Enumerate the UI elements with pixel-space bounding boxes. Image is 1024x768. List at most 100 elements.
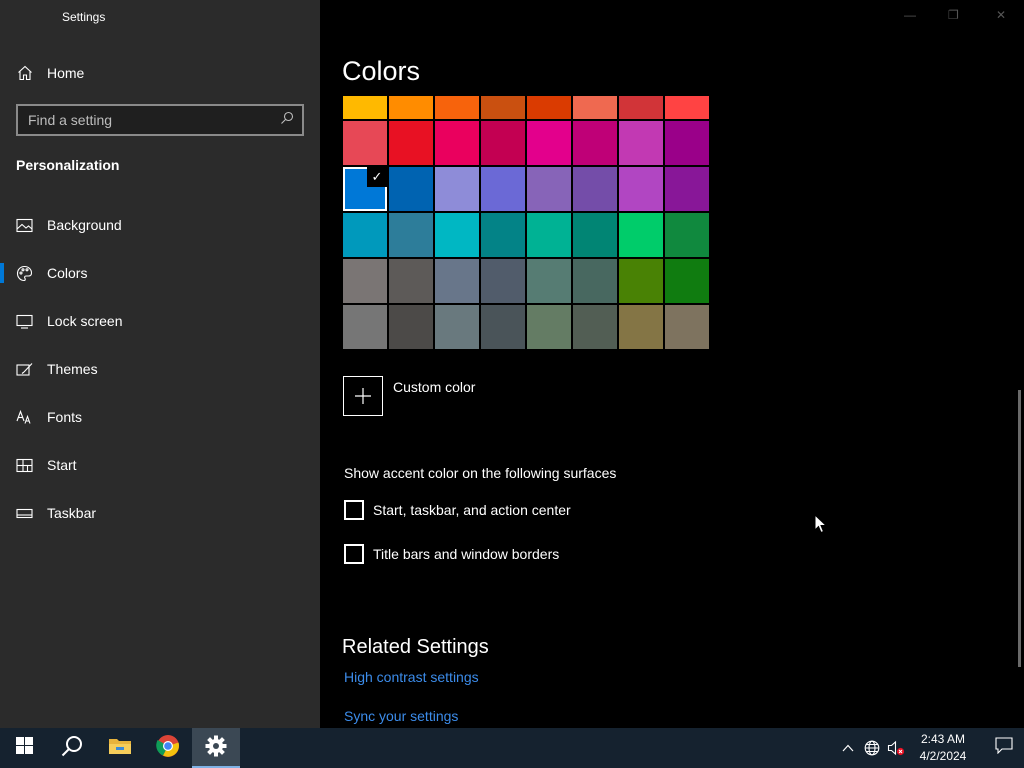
custom-color-button[interactable]: Custom color: [343, 376, 475, 416]
high-contrast-settings-link[interactable]: High contrast settings: [344, 669, 479, 685]
taskbar-icon: [16, 505, 33, 522]
color-swatch[interactable]: [389, 96, 433, 119]
accent-surfaces-heading: Show accent color on the following surfa…: [344, 465, 617, 481]
color-swatch[interactable]: [573, 259, 617, 303]
color-swatch[interactable]: [343, 96, 387, 119]
network-globe-icon[interactable]: [860, 728, 884, 768]
start-taskbar-checkbox-row[interactable]: Start, taskbar, and action center: [344, 500, 571, 520]
color-swatch[interactable]: [619, 121, 663, 165]
home-label: Home: [47, 65, 85, 81]
color-swatch[interactable]: [389, 167, 433, 211]
sidebar-item-colors[interactable]: Colors: [0, 249, 320, 297]
clock-date: 4/2/2024: [919, 749, 967, 763]
sidebar-item-label: Start: [47, 457, 77, 473]
color-swatch[interactable]: [435, 167, 479, 211]
color-swatch[interactable]: [665, 167, 709, 211]
start-taskbar-checkbox[interactable]: [344, 500, 364, 520]
search-input[interactable]: [28, 112, 280, 128]
color-swatch[interactable]: [619, 259, 663, 303]
color-swatch[interactable]: [481, 121, 525, 165]
color-swatch[interactable]: [619, 213, 663, 257]
show-hidden-icons-chevron-icon[interactable]: [836, 728, 860, 768]
color-swatch[interactable]: [619, 96, 663, 119]
color-swatch[interactable]: [389, 213, 433, 257]
color-swatch[interactable]: [665, 213, 709, 257]
sidebar-item-label: Fonts: [47, 409, 83, 425]
chrome-button[interactable]: [144, 728, 192, 768]
color-swatch[interactable]: [665, 305, 709, 349]
color-swatch[interactable]: [343, 305, 387, 349]
color-swatch[interactable]: [435, 121, 479, 165]
color-swatch[interactable]: [619, 305, 663, 349]
color-swatch[interactable]: [481, 167, 525, 211]
sidebar-item-lock-screen[interactable]: Lock screen: [0, 297, 320, 345]
color-swatch[interactable]: [527, 96, 571, 119]
minimize-icon[interactable]: —: [904, 8, 916, 22]
search-icon[interactable]: [280, 111, 294, 130]
color-swatch[interactable]: [435, 96, 479, 119]
chrome-icon: [156, 734, 180, 763]
color-swatch[interactable]: [573, 305, 617, 349]
sidebar-item-fonts[interactable]: Fonts: [0, 393, 320, 441]
color-swatch[interactable]: [389, 305, 433, 349]
sidebar-item-label: Lock screen: [47, 313, 123, 329]
color-swatch[interactable]: [343, 121, 387, 165]
color-swatch[interactable]: [527, 259, 571, 303]
sync-settings-link[interactable]: Sync your settings: [344, 708, 458, 724]
maximize-icon[interactable]: ❐: [948, 8, 959, 22]
volume-muted-icon[interactable]: [884, 728, 908, 768]
color-swatch[interactable]: [481, 96, 525, 119]
color-swatch[interactable]: [435, 305, 479, 349]
home-icon: [16, 65, 33, 82]
taskbar-clock[interactable]: 2:43 AM 4/2/2024: [912, 731, 974, 765]
accent-color-grid: ✓: [343, 96, 709, 349]
fonts-icon: [16, 409, 33, 426]
sidebar-item-label: Colors: [47, 265, 88, 281]
color-swatch[interactable]: [343, 259, 387, 303]
color-swatch[interactable]: [619, 167, 663, 211]
vertical-scrollbar[interactable]: [1018, 390, 1021, 667]
search-button[interactable]: [48, 728, 96, 768]
color-swatch[interactable]: [665, 121, 709, 165]
lock-screen-icon: [16, 313, 33, 330]
color-swatch[interactable]: [481, 213, 525, 257]
color-swatch[interactable]: [573, 213, 617, 257]
color-swatch[interactable]: [435, 259, 479, 303]
settings-taskbar-button[interactable]: [192, 728, 240, 768]
home-nav-item[interactable]: Home: [16, 62, 84, 84]
windows-logo-icon: [15, 737, 33, 759]
color-swatch[interactable]: [665, 259, 709, 303]
color-swatch[interactable]: [481, 259, 525, 303]
color-swatch[interactable]: [573, 167, 617, 211]
color-swatch[interactable]: [435, 213, 479, 257]
color-swatch[interactable]: [573, 121, 617, 165]
color-swatch[interactable]: [665, 96, 709, 119]
file-explorer-icon: [108, 736, 132, 761]
picture-icon: [16, 217, 33, 234]
color-swatch[interactable]: [527, 167, 571, 211]
sidebar-item-background[interactable]: Background: [0, 201, 320, 249]
close-icon[interactable]: ✕: [996, 8, 1006, 22]
start-button[interactable]: [0, 728, 48, 768]
title-bars-checkbox-row[interactable]: Title bars and window borders: [344, 544, 559, 564]
settings-gear-icon: [205, 735, 227, 762]
find-setting-search-box[interactable]: [16, 104, 304, 136]
start-grid-icon: [16, 457, 33, 474]
color-swatch[interactable]: [527, 305, 571, 349]
action-center-button[interactable]: [984, 728, 1024, 768]
notification-icon: [995, 737, 1013, 759]
sidebar-item-themes[interactable]: Themes: [0, 345, 320, 393]
clock-time: 2:43 AM: [920, 732, 966, 746]
title-bars-checkbox[interactable]: [344, 544, 364, 564]
color-swatch[interactable]: [527, 213, 571, 257]
color-swatch[interactable]: [389, 121, 433, 165]
sidebar-item-taskbar[interactable]: Taskbar: [0, 489, 320, 537]
color-swatch[interactable]: [389, 259, 433, 303]
color-swatch[interactable]: [527, 121, 571, 165]
color-swatch[interactable]: [481, 305, 525, 349]
color-swatch[interactable]: [343, 213, 387, 257]
sidebar-item-start[interactable]: Start: [0, 441, 320, 489]
color-swatch[interactable]: [573, 96, 617, 119]
color-swatch[interactable]: ✓: [343, 167, 387, 211]
file-explorer-button[interactable]: [96, 728, 144, 768]
